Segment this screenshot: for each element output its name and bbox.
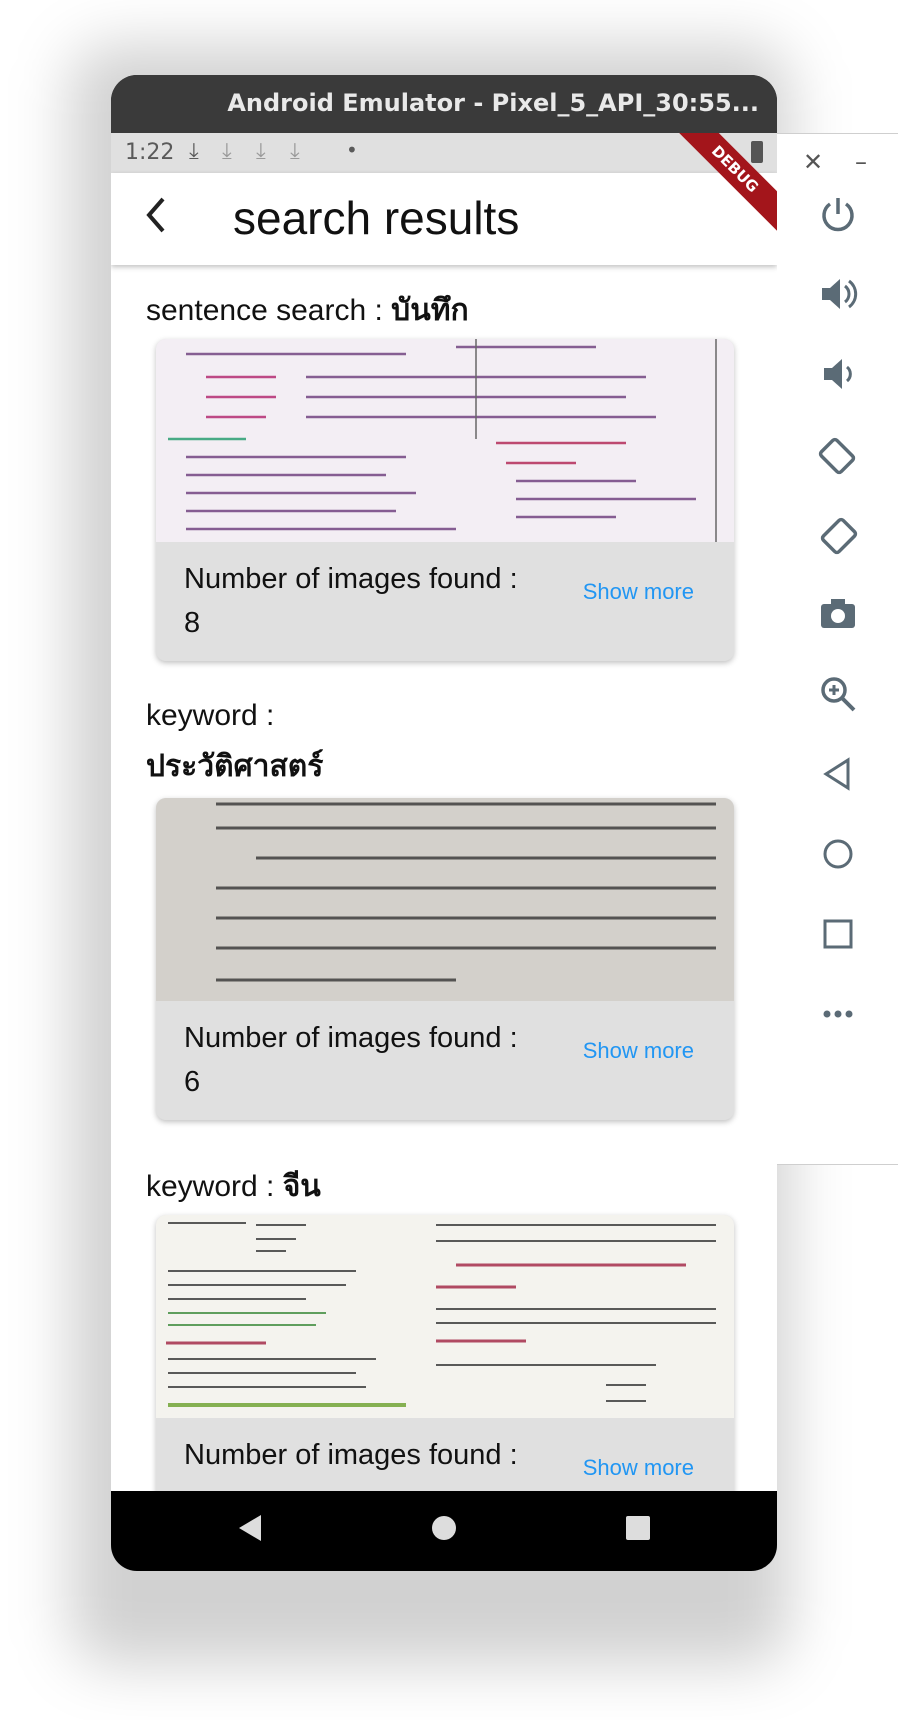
nav-recents-icon[interactable] — [623, 1511, 653, 1554]
status-bar: 1:22 ⤓ ⤓ ⤓ ⤓ • ◢ — [111, 133, 777, 173]
zoom-icon[interactable] — [777, 674, 898, 724]
image-count: Number of images found : 6 — [184, 1016, 544, 1104]
section-label: keyword : จีน — [146, 1163, 321, 1210]
camera-icon[interactable] — [777, 594, 898, 644]
search-term: ประวัติศาสตร์ — [146, 750, 324, 783]
emulator-side-panel: ✕ – — [777, 133, 898, 1165]
image-count: Number of images found : 8 — [184, 557, 544, 645]
minimize-icon[interactable]: – — [855, 148, 867, 176]
show-more-button[interactable]: Show more — [583, 1455, 694, 1481]
count-label: Number of images found : — [184, 563, 518, 595]
close-icon[interactable]: ✕ — [803, 148, 823, 176]
download-icon: ⤓ — [290, 139, 300, 164]
count-value: 8 — [184, 607, 201, 639]
back-arrow-icon[interactable] — [141, 193, 171, 247]
status-time: 1:22 — [125, 140, 175, 165]
emulator-window: Android Emulator - Pixel_5_API_30:55... … — [111, 75, 777, 1571]
nav-back-icon[interactable] — [235, 1511, 265, 1554]
count-value: 6 — [184, 1066, 201, 1098]
image-count: Number of images found : — [184, 1433, 544, 1477]
count-label: Number of images found : — [184, 1022, 518, 1054]
search-term: จีน — [282, 1170, 321, 1203]
notes-thumbnail-image[interactable] — [156, 1215, 734, 1418]
section-label: sentence search : บันทึก — [146, 287, 469, 334]
result-card[interactable]: Number of images found : 6 Show more — [156, 798, 734, 1120]
show-more-button[interactable]: Show more — [583, 1038, 694, 1064]
section-prefix: keyword : — [146, 699, 275, 732]
power-icon[interactable] — [777, 194, 898, 244]
notification-dot-icon: • — [346, 138, 358, 162]
notes-thumbnail-image[interactable] — [156, 339, 734, 542]
text-page-thumbnail-image[interactable] — [156, 798, 734, 1001]
search-term: บันทึก — [391, 294, 469, 327]
home-icon[interactable] — [777, 834, 898, 884]
window-title: Android Emulator - Pixel_5_API_30:55... — [227, 89, 759, 117]
window-titlebar[interactable]: Android Emulator - Pixel_5_API_30:55... — [111, 75, 777, 133]
download-icon: ⤓ — [256, 139, 266, 164]
section-prefix: sentence search : — [146, 294, 392, 327]
app-bar: search results — [111, 173, 777, 265]
device-screen: 1:22 ⤓ ⤓ ⤓ ⤓ • ◢ search results DEBUG se… — [111, 133, 777, 1571]
rotate-right-icon[interactable] — [777, 514, 898, 568]
volume-down-icon[interactable] — [777, 354, 898, 404]
download-icon: ⤓ — [189, 139, 199, 164]
results-list[interactable]: sentence search : บันทึก Number of image… — [111, 265, 777, 1491]
show-more-button[interactable]: Show more — [583, 579, 694, 605]
download-icon: ⤓ — [222, 139, 232, 164]
navigation-bar — [111, 1491, 777, 1571]
back-icon[interactable] — [777, 754, 898, 804]
result-card[interactable]: Number of images found : 8 Show more — [156, 339, 734, 661]
nav-home-icon[interactable] — [429, 1511, 459, 1554]
count-label: Number of images found : — [184, 1439, 518, 1471]
rotate-left-icon[interactable] — [777, 434, 898, 488]
section-prefix: keyword : — [146, 1170, 283, 1203]
section-label: keyword : ประวัติศาสตร์ — [146, 699, 323, 790]
volume-up-icon[interactable] — [777, 274, 898, 324]
overview-icon[interactable] — [777, 914, 898, 964]
result-card[interactable]: Number of images found : Show more — [156, 1215, 734, 1491]
more-icon[interactable] — [777, 994, 898, 1044]
page-title: search results — [233, 192, 520, 244]
battery-icon — [751, 141, 763, 163]
